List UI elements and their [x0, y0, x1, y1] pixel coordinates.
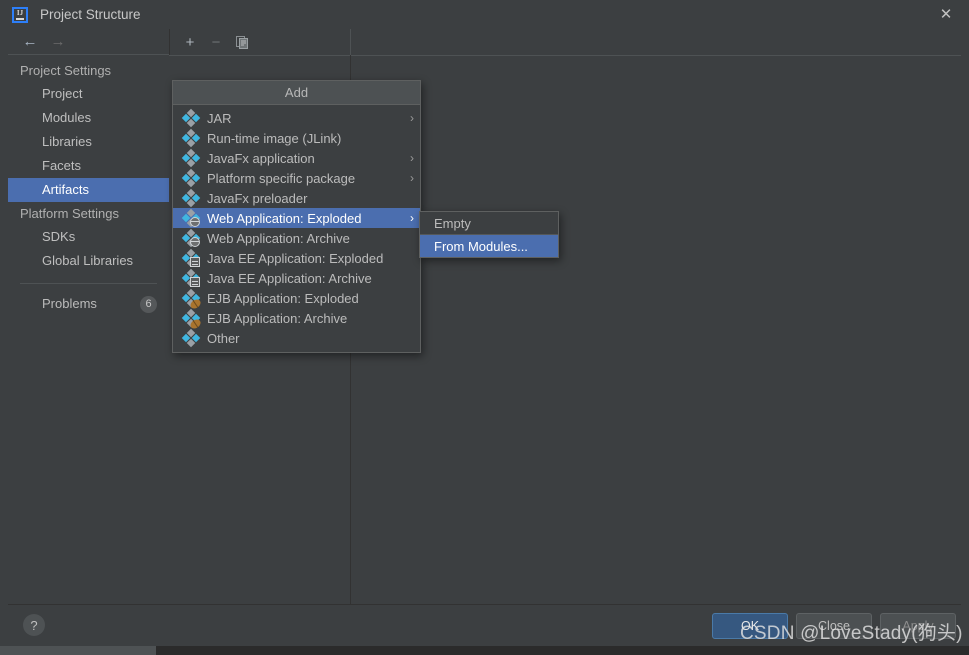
menu-item-javafx-preloader[interactable]: JavaFx preloader	[173, 188, 420, 208]
minus-icon[interactable]: −	[203, 29, 229, 55]
menu-item-label: EJB Application: Exploded	[207, 290, 359, 306]
add-menu-title: Add	[173, 81, 420, 105]
artifact-icon	[181, 328, 201, 348]
sidebar-group-project-settings: Project Settings	[20, 63, 112, 78]
add-menu-items: JAR › Run-time image (JLink) JavaFx appl…	[173, 105, 420, 352]
menu-item-ejb-application-archive[interactable]: EJB Application: Archive	[173, 308, 420, 331]
submenu-item-empty[interactable]: Empty	[420, 212, 558, 234]
menu-item-label: Java EE Application: Archive	[207, 270, 372, 286]
artifacts-toolbar: + −	[169, 29, 961, 56]
watermark-text: CSDN @LoveStady(狗头)	[740, 623, 963, 644]
window-title: Project Structure	[40, 7, 141, 22]
chevron-right-icon: ›	[410, 111, 414, 125]
menu-item-runtime-image-jlink[interactable]: Run-time image (JLink)	[173, 128, 420, 148]
sidebar-item-facets[interactable]: Facets	[8, 154, 169, 178]
ide-background-strip	[0, 646, 969, 655]
ejb-artifact-icon	[181, 308, 203, 331]
help-button[interactable]: ?	[23, 614, 45, 636]
web-artifact-icon	[181, 228, 201, 248]
sidebar-group-platform-settings: Platform Settings	[20, 206, 119, 221]
menu-item-label: Other	[207, 330, 240, 346]
menu-item-label: JAR	[207, 110, 232, 126]
sidebar-item-artifacts[interactable]: Artifacts	[8, 178, 169, 202]
artifact-detail-pane	[351, 56, 961, 604]
menu-item-label: Web Application: Exploded	[207, 210, 362, 226]
project-structure-dialog: IJ Project Structure ✕ ← → Project Setti…	[0, 0, 969, 655]
sidebar-item-libraries[interactable]: Libraries	[8, 130, 169, 154]
artifact-icon	[181, 108, 201, 128]
web-artifact-icon	[181, 208, 201, 228]
plus-icon[interactable]: +	[177, 29, 203, 55]
settings-sidebar: ← → Project Settings Project Modules Lib…	[8, 29, 170, 604]
menu-item-label: JavaFx application	[207, 150, 315, 166]
chevron-right-icon: ›	[410, 171, 414, 185]
sidebar-item-problems[interactable]: Problems 6	[8, 292, 169, 316]
sidebar-item-project[interactable]: Project	[8, 82, 169, 106]
menu-item-label: Run-time image (JLink)	[207, 130, 342, 146]
menu-item-label: Web Application: Archive	[207, 230, 350, 246]
close-icon[interactable]: ✕	[923, 0, 969, 28]
sidebar-divider	[20, 283, 157, 284]
sidebar-item-sdks[interactable]: SDKs	[8, 225, 169, 249]
artifact-icon	[181, 168, 201, 188]
sidebar-item-global-libraries[interactable]: Global Libraries	[8, 249, 169, 273]
problems-count-badge: 6	[140, 295, 157, 313]
artifact-icon	[181, 148, 201, 168]
menu-item-web-application-archive[interactable]: Web Application: Archive	[173, 228, 420, 248]
title-bar: IJ Project Structure ✕	[0, 0, 969, 30]
menu-item-web-application-exploded[interactable]: Web Application: Exploded ›	[173, 208, 420, 228]
arrow-right-icon[interactable]: →	[44, 34, 72, 49]
arrow-left-icon[interactable]: ←	[16, 34, 44, 49]
menu-item-label: JavaFx preloader	[207, 190, 308, 206]
web-application-exploded-submenu: Empty From Modules...	[419, 211, 559, 258]
intellij-idea-logo-icon: IJ	[12, 6, 28, 23]
menu-item-java-ee-application-archive[interactable]: Java EE Application: Archive	[173, 268, 420, 288]
menu-item-label: EJB Application: Archive	[207, 310, 348, 326]
menu-item-other[interactable]: Other	[173, 328, 420, 348]
menu-item-javafx-application[interactable]: JavaFx application ›	[173, 148, 420, 168]
menu-item-jar[interactable]: JAR ›	[173, 108, 420, 128]
ide-background-tab	[0, 646, 156, 655]
sidebar-item-modules[interactable]: Modules	[8, 106, 169, 130]
menu-item-label: Platform specific package	[207, 170, 356, 186]
artifact-icon	[181, 188, 201, 208]
nav-history-bar: ← →	[8, 29, 169, 55]
sidebar-item-problems-label: Problems	[42, 296, 97, 311]
ejb-artifact-icon	[181, 288, 203, 311]
copy-icon[interactable]	[229, 29, 255, 55]
dialog-body: ← → Project Settings Project Modules Lib…	[0, 29, 969, 626]
chevron-right-icon: ›	[410, 211, 414, 225]
javaee-artifact-icon	[181, 268, 201, 288]
sidebar-list: Project Settings Project Modules Librari…	[8, 55, 169, 316]
artifact-icon	[181, 128, 201, 148]
add-artifact-menu: Add JAR › Run-time image (JLink) JavaFx …	[172, 80, 421, 353]
submenu-item-from-modules[interactable]: From Modules...	[420, 235, 558, 257]
chevron-right-icon: ›	[410, 151, 414, 165]
menu-item-ejb-application-exploded[interactable]: EJB Application: Exploded	[173, 288, 420, 311]
menu-item-label: Java EE Application: Exploded	[207, 250, 384, 266]
menu-item-java-ee-application-exploded[interactable]: Java EE Application: Exploded	[173, 248, 420, 268]
menu-item-platform-specific-package[interactable]: Platform specific package ›	[173, 168, 420, 188]
toolbar-divider	[350, 29, 351, 55]
javaee-artifact-icon	[181, 248, 201, 268]
